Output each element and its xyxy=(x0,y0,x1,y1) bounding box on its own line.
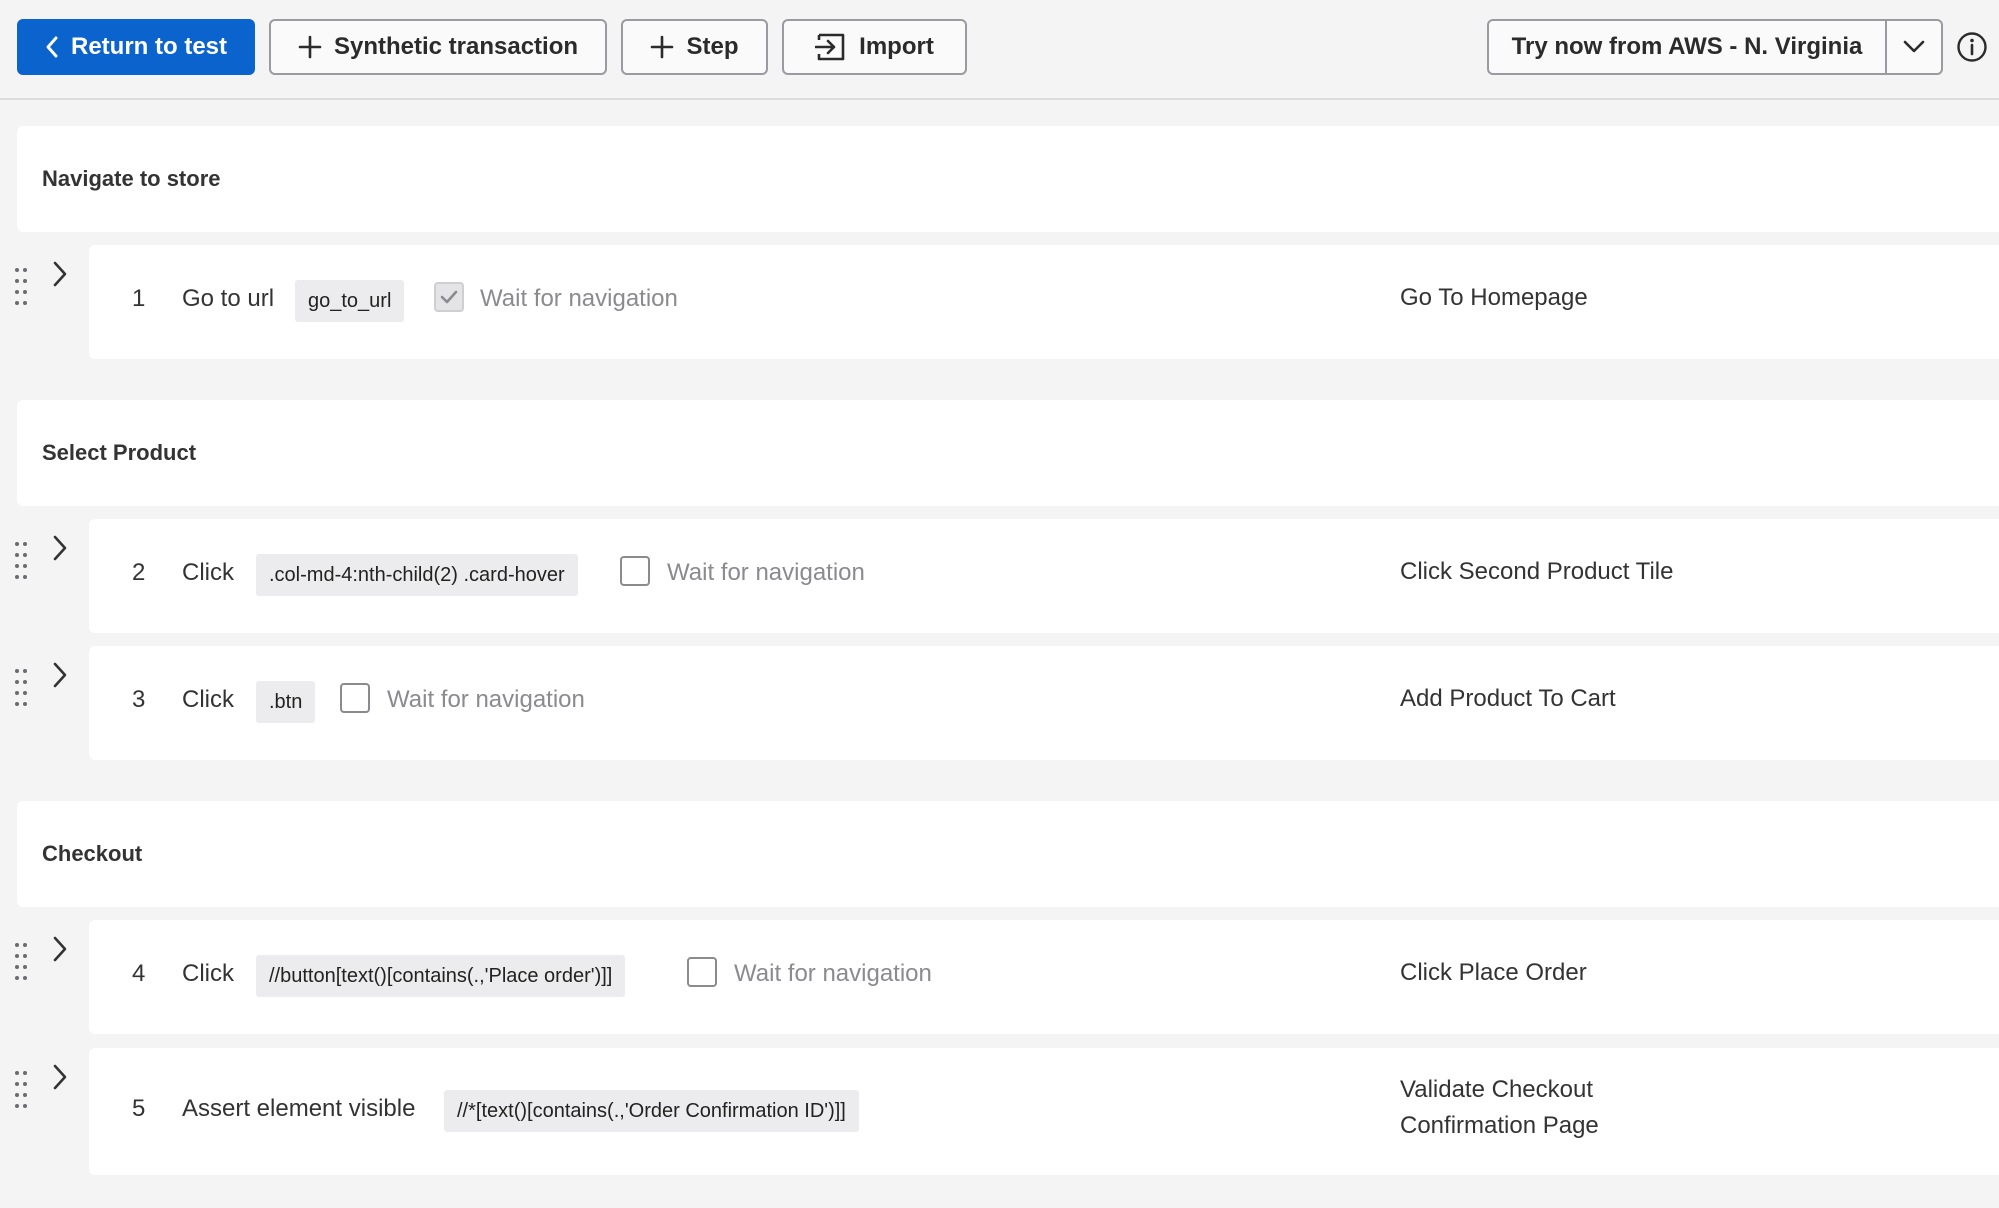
step-row: 3 Click .btn Wait for navigation Add Pro… xyxy=(89,646,1999,760)
section-title: Checkout xyxy=(42,841,143,866)
step-action: Click xyxy=(182,960,234,987)
wait-for-navigation-checkbox[interactable] xyxy=(340,683,370,713)
import-button[interactable]: Import xyxy=(782,19,967,75)
wait-for-navigation-checkbox[interactable] xyxy=(434,282,464,312)
wait-for-navigation-label: Wait for navigation xyxy=(387,686,585,713)
location-dropdown-toggle[interactable] xyxy=(1887,21,1941,73)
return-to-test-label: Return to test xyxy=(71,33,227,60)
step-row: 2 Click .col-md-4:nth-child(2) .card-hov… xyxy=(89,519,1999,633)
step-action: Go to url xyxy=(182,285,275,312)
drag-handle-icon[interactable] xyxy=(14,667,28,707)
chevron-right-icon[interactable] xyxy=(50,260,70,288)
drag-handle-icon[interactable] xyxy=(14,941,28,981)
checkmark-icon xyxy=(440,290,458,304)
step-selector-chip: .col-md-4:nth-child(2) .card-hover xyxy=(256,554,578,596)
step-selector-chip: //*[text()[contains(.,'Order Confirmatio… xyxy=(444,1090,859,1132)
drag-handle-icon[interactable] xyxy=(14,540,28,580)
try-now-button[interactable]: Try now from AWS - N. Virginia xyxy=(1489,21,1887,73)
chevron-down-icon xyxy=(1903,40,1925,53)
step-selector-chip: //button[text()[contains(.,'Place order'… xyxy=(256,955,626,997)
step-action: Click xyxy=(182,686,234,713)
return-to-test-button[interactable]: Return to test xyxy=(17,19,255,75)
synthetic-transaction-button[interactable]: Synthetic transaction xyxy=(269,19,607,75)
wait-for-navigation-label: Wait for navigation xyxy=(480,285,678,312)
section-header-checkout: Checkout xyxy=(17,801,1999,907)
info-icon[interactable] xyxy=(1956,31,1988,63)
step-number: 3 xyxy=(132,686,146,713)
section-header-navigate-to-store: Navigate to store xyxy=(17,126,1999,232)
step-number: 1 xyxy=(132,285,146,312)
synthetic-transaction-label: Synthetic transaction xyxy=(333,33,579,60)
step-selector-chip: go_to_url xyxy=(295,280,405,322)
wait-for-navigation-label: Wait for navigation xyxy=(667,559,865,586)
chevron-right-icon[interactable] xyxy=(50,534,70,562)
chevron-left-icon xyxy=(46,36,58,58)
import-icon xyxy=(815,33,845,61)
drag-handle-icon[interactable] xyxy=(14,1069,28,1109)
wait-for-navigation-checkbox[interactable] xyxy=(687,957,717,987)
chevron-right-icon[interactable] xyxy=(50,935,70,963)
step-number: 2 xyxy=(132,559,146,586)
step-row: 4 Click //button[text()[contains(.,'Plac… xyxy=(89,920,1999,1034)
step-description: Click Second Product Tile xyxy=(1400,558,1674,585)
step-description: Click Place Order xyxy=(1400,959,1587,986)
step-description: Validate Checkout Confirmation Page xyxy=(1400,1072,1599,1144)
section-header-select-product: Select Product xyxy=(17,400,1999,506)
section-title: Select Product xyxy=(42,440,197,465)
plus-icon xyxy=(298,35,322,59)
import-label: Import xyxy=(859,33,934,60)
step-description-line: Confirmation Page xyxy=(1400,1112,1599,1139)
step-number: 4 xyxy=(132,960,146,987)
wait-for-navigation-checkbox[interactable] xyxy=(620,556,650,586)
try-now-split-button: Try now from AWS - N. Virginia xyxy=(1487,19,1943,75)
chevron-right-icon[interactable] xyxy=(50,661,70,689)
plus-icon xyxy=(651,35,674,59)
chevron-right-icon[interactable] xyxy=(50,1063,70,1091)
step-row: 5 Assert element visible //*[text()[cont… xyxy=(89,1048,1999,1175)
step-action: Click xyxy=(182,559,234,586)
step-description: Go To Homepage xyxy=(1400,284,1588,311)
section-title: Navigate to store xyxy=(42,166,221,191)
drag-handle-icon[interactable] xyxy=(14,266,28,306)
toolbar: Return to test Synthetic transaction Ste… xyxy=(0,0,1999,100)
wait-for-navigation-label: Wait for navigation xyxy=(734,960,932,987)
step-description: Add Product To Cart xyxy=(1400,685,1616,712)
step-action: Assert element visible xyxy=(182,1095,416,1122)
step-label: Step xyxy=(686,33,739,60)
step-description-line: Validate Checkout xyxy=(1400,1076,1594,1103)
step-number: 5 xyxy=(132,1095,146,1122)
add-step-button[interactable]: Step xyxy=(621,19,768,75)
step-row: 1 Go to url go_to_url Wait for navigatio… xyxy=(89,245,1999,359)
step-selector-chip: .btn xyxy=(256,681,316,723)
try-now-label: Try now from AWS - N. Virginia xyxy=(1511,33,1863,60)
